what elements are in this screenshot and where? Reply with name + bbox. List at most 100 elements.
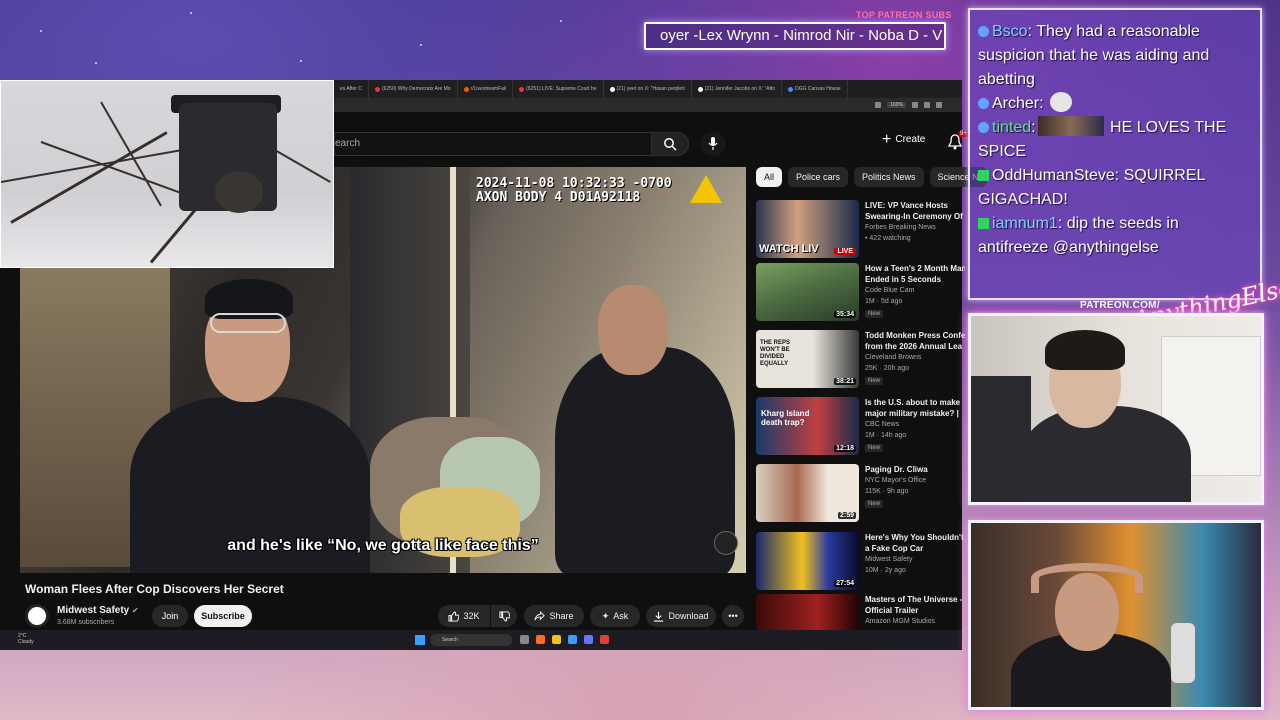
browser-tab[interactable]: (6251) LIVE: Supreme Court he [513,80,604,98]
like-button[interactable]: 32K [438,605,490,627]
more-horizontal-icon: ••• [728,611,738,621]
chat-message: tinted: HE LOVES THE SPICE [978,116,1252,164]
tree-branch [1,146,199,183]
bodycam-overlay: 2024-11-08 10:32:33 -0700 AXON BODY 4 D0… [476,176,672,205]
related-channel[interactable]: CBC News [865,421,899,428]
related-channel[interactable]: Forbes Breaking News [865,224,936,231]
video-thumbnail[interactable] [756,594,859,630]
related-title[interactable]: Todd Monken Press Confe from the 2026 Ann… [865,330,965,352]
related-video[interactable]: 27:54 Here's Why You Shouldn't a Fake Cop… [756,532,965,594]
x-favicon-icon [697,86,703,92]
chip-all[interactable]: All [756,167,783,187]
related-meta: 10M · 2y ago [865,567,906,574]
subscriber-count: 3.68M subscribers [57,619,115,626]
canvas-favicon-icon [788,86,794,92]
related-channel[interactable]: Midwest Safety [865,556,912,563]
related-meta: 1M · 5d ago [865,298,903,305]
related-video[interactable]: 35:34 How a Teen's 2 Month Man Ended in 5… [756,263,965,325]
discord-icon[interactable] [584,635,593,644]
zoom-level[interactable]: 160% [887,102,906,108]
address-bar[interactable]: 160% [334,98,962,112]
video-thumbnail[interactable]: THE REPS WON'T BE DIVIDED EQUALLY 38:21 [756,330,859,388]
download-icon [654,611,664,622]
related-meta: 25K · 20h ago [865,365,909,372]
related-title[interactable]: Is the U.S. about to make major military … [865,397,965,419]
axon-logo-icon [690,175,722,203]
create-button[interactable]: + Create [882,131,925,147]
chat-message: Bsco: They had a reasonable suspicion th… [978,23,1210,88]
dislike-button[interactable] [491,605,517,627]
video-thumbnail[interactable]: Kharg Island death trap? 12:18 [756,397,859,455]
task-view-icon[interactable] [520,635,529,644]
microphone-icon [708,137,718,150]
chip-police-cars[interactable]: Police cars [788,167,849,187]
related-channel[interactable]: Amazon MGM Studios [865,618,935,625]
sub-badge-icon [978,122,989,133]
browser-tab[interactable]: (21) yeet on X: "Hasan perpleti [604,80,692,98]
duration-badge: 27:54 [834,580,856,587]
voice-search-button[interactable] [700,132,726,156]
related-video[interactable]: WATCH LIV LIVE LIVE: VP Vance Hosts Swear… [756,200,965,262]
guest-arms [1031,563,1143,593]
firefox-icon[interactable] [536,635,545,644]
browser-tab[interactable]: r/LivestreamFail [458,80,514,98]
microphone [1171,623,1195,683]
obs-icon[interactable] [600,635,609,644]
related-video[interactable]: Masters of The Universe - Official Traile… [756,594,965,630]
related-video[interactable]: 2:59 Paging Dr. Cliwa NYC Mayor's Office… [756,464,962,526]
kick-badge-icon [978,170,989,181]
patreon-subs-label: TOP PATREON SUBS [856,10,952,20]
related-channel[interactable]: NYC Mayor's Office [865,477,926,484]
browser-tab[interactable]: (21) Jennifer Jacobs on X: "Atto [692,80,783,98]
share-button[interactable]: Share [524,605,584,627]
browser-tab[interactable]: DGG Canvas House [782,80,848,98]
thumbs-up-icon [448,610,460,622]
video-title: Woman Flees After Cop Discovers Her Secr… [25,582,284,596]
channel-name[interactable]: Midwest Safety ✔ [57,605,139,616]
video-thumbnail[interactable]: WATCH LIV LIVE [756,200,859,258]
star-icon[interactable] [912,102,918,108]
video-subtitle: and he's like “No, we gotta like face th… [227,537,539,554]
more-options-button[interactable]: ••• [722,605,744,627]
related-title[interactable]: Paging Dr. Cliwa [865,464,965,475]
chip-politics-news[interactable]: Politics News [854,167,924,187]
ask-button[interactable]: ✦ Ask [590,605,640,627]
join-button[interactable]: Join [152,605,188,627]
browser-tab[interactable]: (6250) Why Democrats Are Mo [369,80,458,98]
related-video[interactable]: Kharg Island death trap? 12:18 Is the U.… [756,397,962,459]
channel-avatar[interactable] [25,604,49,628]
sub-badge-icon [978,98,989,109]
chat-message: iamnum1: dip the seeds in antifreeze @an… [978,215,1179,256]
related-title[interactable]: How a Teen's 2 Month Man Ended in 5 Secon… [865,263,965,285]
profile-icon[interactable] [924,102,930,108]
related-title[interactable]: LIVE: VP Vance Hosts Swearing-In Ceremony… [865,200,965,222]
taskbar-search[interactable]: Search [430,634,512,646]
video-thumbnail[interactable]: 27:54 [756,532,859,590]
menu-icon[interactable] [936,102,942,108]
related-title[interactable]: Masters of The Universe - Official Traile… [865,594,965,616]
search-button[interactable] [651,132,689,156]
weather-widget[interactable]: 2°C Cloudy [18,633,34,645]
related-meta: 115K · 9h ago [865,488,909,495]
new-badge: New [865,500,884,508]
video-thumbnail[interactable]: 35:34 [756,263,859,321]
extension-icon[interactable] [875,102,882,108]
kick-badge-icon [978,218,989,229]
file-explorer-icon[interactable] [552,635,561,644]
chat-message: Archer: [978,92,1252,116]
browser-tab[interactable]: es After C [334,80,369,98]
related-title[interactable]: Here's Why You Shouldn't a Fake Cop Car [865,532,965,554]
related-channel[interactable]: Code Blue Cam [865,287,914,294]
windows-taskbar: 2°C Cloudy Search [0,630,962,650]
related-channel[interactable]: Cleveland Browns [865,354,921,361]
sub-badge-icon [978,26,989,37]
edge-icon[interactable] [568,635,577,644]
subscribe-button[interactable]: Subscribe [194,605,252,627]
download-button[interactable]: Download [646,605,716,627]
video-thumbnail[interactable]: 2:59 [756,464,859,522]
windows-start-icon[interactable] [415,635,425,645]
related-video[interactable]: THE REPS WON'T BE DIVIDED EQUALLY 38:21 … [756,330,965,392]
x-favicon-icon [609,86,615,92]
search-input[interactable]: earch [334,132,651,156]
verified-icon: ✔ [132,606,139,615]
